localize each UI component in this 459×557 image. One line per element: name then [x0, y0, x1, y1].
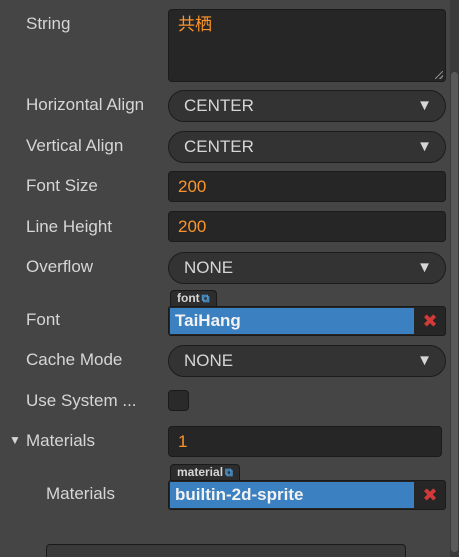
font-label: Font: [26, 310, 61, 329]
vertical-align-label: Vertical Align: [26, 136, 124, 155]
material-asset-value[interactable]: builtin-2d-sprite: [170, 482, 414, 508]
chevron-down-icon: ▼: [417, 97, 432, 114]
font-size-input[interactable]: 200: [168, 171, 446, 202]
cache-mode-value: NONE: [184, 351, 234, 370]
resize-grip-icon[interactable]: [435, 71, 443, 79]
font-tag-label: font: [177, 291, 200, 305]
external-link-icon[interactable]: ⧉: [225, 466, 233, 481]
chevron-down-icon: ▼: [417, 352, 432, 369]
overflow-label: Overflow: [26, 257, 94, 276]
overflow-select[interactable]: NONE ▼: [168, 252, 446, 284]
materials-label[interactable]: Materials: [26, 431, 95, 451]
clear-icon[interactable]: ✖: [415, 307, 445, 335]
line-height-input[interactable]: 200: [168, 211, 446, 242]
use-system-font-label: Use System ...: [26, 391, 137, 410]
cache-mode-select[interactable]: NONE ▼: [168, 345, 446, 377]
font-asset-field[interactable]: TaiHang ✖: [168, 306, 446, 336]
scrollbar-thumb[interactable]: [451, 72, 458, 552]
clear-icon[interactable]: ✖: [415, 481, 445, 509]
vertical-align-value: CENTER: [184, 137, 254, 156]
horizontal-align-select[interactable]: CENTER ▼: [168, 90, 446, 122]
font-asset-tag[interactable]: font ⧉: [170, 290, 217, 306]
fold-arrow-icon[interactable]: ▼: [9, 433, 21, 447]
materials-count-input[interactable]: 1: [168, 426, 442, 457]
properties-panel: String 共栖 Horizontal Align CENTER ▼ Vert…: [0, 0, 459, 557]
vertical-align-select[interactable]: CENTER ▼: [168, 131, 446, 163]
string-label: String: [26, 14, 71, 33]
use-system-font-checkbox[interactable]: [168, 390, 189, 411]
line-height-label: Line Height: [26, 217, 113, 236]
chevron-down-icon: ▼: [417, 138, 432, 155]
material-tag-label: material: [177, 465, 224, 479]
overflow-value: NONE: [184, 258, 234, 277]
font-asset-value[interactable]: TaiHang: [170, 308, 414, 334]
materials-item-label: Materials: [46, 484, 115, 503]
cache-mode-label: Cache Mode: [26, 350, 123, 369]
add-component-button[interactable]: [46, 544, 406, 557]
scrollbar[interactable]: [450, 0, 459, 557]
material-asset-tag[interactable]: material ⧉: [170, 464, 240, 480]
font-size-label: Font Size: [26, 176, 98, 195]
horizontal-align-value: CENTER: [184, 96, 254, 115]
chevron-down-icon: ▼: [417, 259, 432, 276]
material-asset-field[interactable]: builtin-2d-sprite ✖: [168, 480, 446, 510]
horizontal-align-label: Horizontal Align: [26, 95, 145, 114]
string-textarea[interactable]: 共栖: [168, 9, 446, 82]
string-value: 共栖: [178, 15, 212, 34]
external-link-icon[interactable]: ⧉: [202, 292, 210, 307]
